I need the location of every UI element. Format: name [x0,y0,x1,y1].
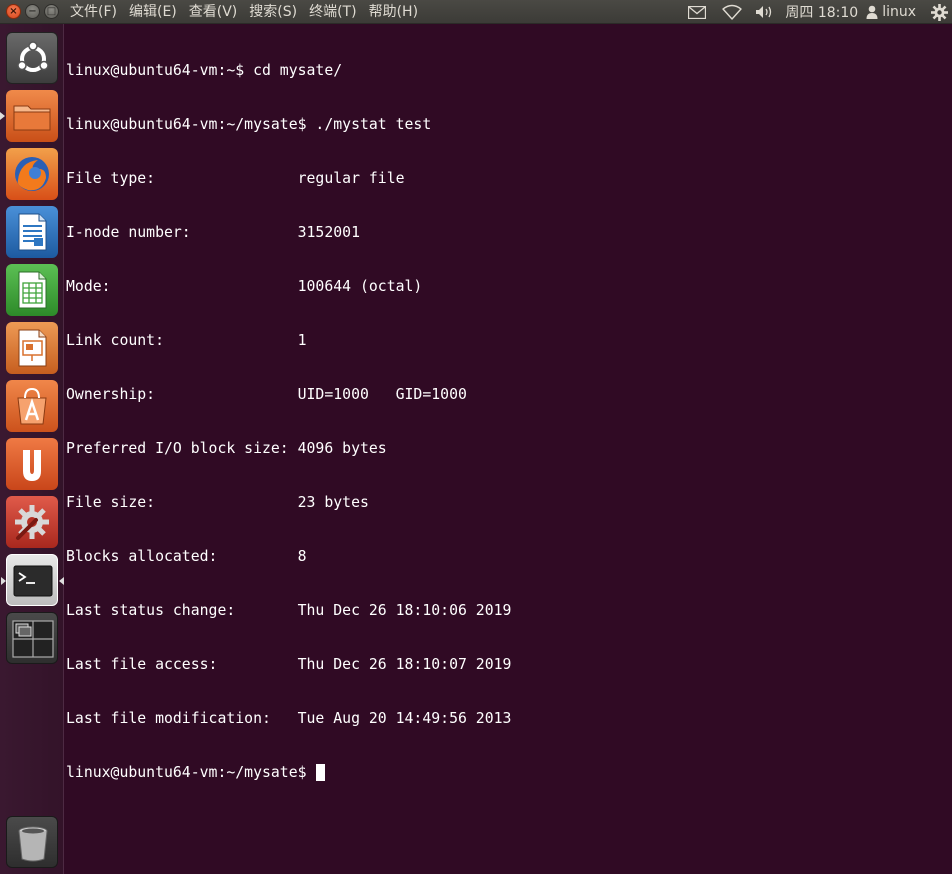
menu-view[interactable]: 查看(V) [189,0,238,24]
launcher-workspace-switcher[interactable] [6,612,58,664]
settings-wrench-gear-icon [15,505,49,540]
launcher-firefox[interactable] [6,148,58,200]
ubuntu-logo-icon [17,41,49,72]
software-center-icon [17,387,47,425]
impress-slide-icon [18,329,47,367]
terminal-line: I-node number: 3152001 [66,224,360,241]
terminal-line: Mode: 100644 (octal) [66,278,423,295]
menu-edit[interactable]: 编辑(E) [129,0,177,24]
ubuntu-one-icon [23,450,41,481]
minimize-window-button[interactable]: − [25,4,40,19]
running-indicator [1,577,6,585]
menu-search[interactable]: 搜索(S) [249,0,297,24]
terminal-line: Blocks allocated: 8 [66,548,307,565]
launcher-libreoffice-writer[interactable] [6,206,58,258]
terminal-output[interactable]: linux@ubuntu64-vm:~$ cd mysate/ linux@ub… [66,26,946,871]
user-icon[interactable] [866,0,882,24]
indicator-area: 周四 18:10 linux [679,0,952,24]
close-window-button[interactable]: × [6,4,21,19]
launcher-ubuntu-software-center[interactable] [6,380,58,432]
launcher-files[interactable] [0,90,58,142]
network-wifi-icon[interactable] [715,0,749,24]
terminal-line: Last file access: Thu Dec 26 18:10:07 20… [66,656,512,673]
trash-icon [18,826,48,862]
writer-doc-icon [18,213,47,251]
folder-icon [13,105,51,131]
terminal-icon [13,565,53,597]
launcher-ubuntu-one[interactable] [6,438,58,490]
terminal-line: File type: regular file [66,170,405,187]
terminal-line: linux@ubuntu64-vm:~$ cd mysate/ [66,62,343,79]
session-gear-icon[interactable] [926,0,952,24]
text-cursor [316,764,326,781]
user-name[interactable]: linux [882,0,926,24]
clock-indicator[interactable]: 周四 18:10 [781,0,866,24]
menubar: 文件(F) 编辑(E) 查看(V) 搜索(S) 终端(T) 帮助(H) [70,0,430,24]
volume-icon[interactable] [749,0,781,24]
terminal-line: File size: 23 bytes [66,494,369,511]
launcher-terminal[interactable] [1,554,64,606]
terminal-line: Ownership: UID=1000 GID=1000 [66,386,467,403]
launcher [0,24,64,874]
launcher-dash-home[interactable] [6,32,58,84]
terminal-line: Last status change: Thu Dec 26 18:10:06 … [66,602,512,619]
mail-icon[interactable] [679,0,715,24]
terminal-line: Preferred I/O block size: 4096 bytes [66,440,387,457]
menu-file[interactable]: 文件(F) [70,0,117,24]
shell-prompt: linux@ubuntu64-vm:~/mysate$ [66,764,316,781]
launcher-libreoffice-calc[interactable] [6,264,58,316]
calc-sheet-icon [18,271,47,309]
running-indicator [0,112,5,120]
launcher-libreoffice-impress[interactable] [6,322,58,374]
terminal-line: Link count: 1 [66,332,307,349]
terminal-prompt-line[interactable]: linux@ubuntu64-vm:~/mysate$ [66,764,946,782]
focused-indicator [59,577,64,585]
terminal-line: linux@ubuntu64-vm:~/mysate$ ./mystat tes… [66,116,432,133]
maximize-window-button[interactable]: □ [44,4,59,19]
firefox-icon [15,157,49,191]
launcher-system-settings[interactable] [6,496,58,548]
launcher-trash[interactable] [6,816,58,868]
menu-terminal[interactable]: 终端(T) [309,0,356,24]
menu-help[interactable]: 帮助(H) [369,0,418,24]
top-panel: × − □ 文件(F) 编辑(E) 查看(V) 搜索(S) 终端(T) 帮助(H… [0,0,952,24]
workspace-switcher-icon [12,620,54,658]
terminal-line: Last file modification: Tue Aug 20 14:49… [66,710,512,727]
